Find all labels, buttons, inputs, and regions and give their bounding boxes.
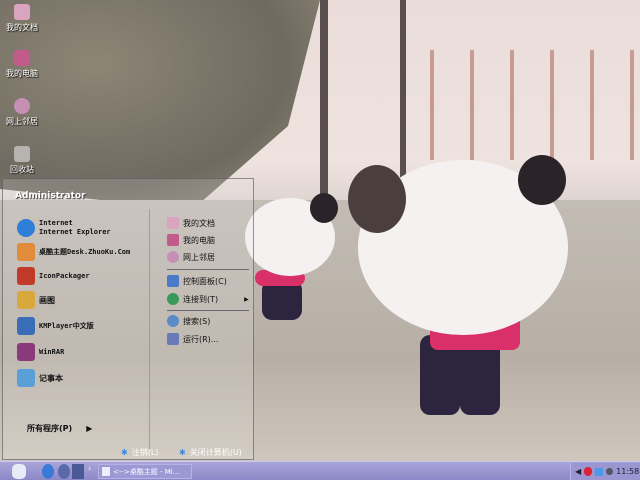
my-documents-icon [167,217,179,229]
chevron-right-icon[interactable]: › [88,464,96,479]
winrar-icon [17,343,35,361]
start-menu: Administrator Internet Internet Explorer … [2,178,254,460]
document-icon [102,467,110,476]
place-my-computer[interactable]: 我的电脑 [167,234,215,246]
divider [167,310,249,311]
chevron-left-icon[interactable]: ◀ [575,467,581,476]
power-icon: ✱ [179,448,186,457]
network-icon [167,251,179,263]
arrow-right-icon: ▶ [86,424,93,433]
desktop-icon-my-documents[interactable]: 我的文档 [2,4,42,33]
wallpaper-post [400,0,406,180]
program-paint[interactable]: 画图 [17,291,55,309]
search-item[interactable]: 搜索(S) [167,315,210,327]
program-iconpackager[interactable]: IconPackager [17,267,90,285]
logoff-button[interactable]: ✱ 注销(L) [121,447,158,458]
search-icon [167,315,179,327]
place-network[interactable]: 网上邻居 [167,251,215,263]
system-tray: ◀ 11:58 [570,463,640,480]
connect-to-item[interactable]: 连接到(T) ▶ [167,293,249,305]
arrow-right-icon: ▶ [244,295,249,303]
connect-icon [167,293,179,305]
network-icon[interactable] [595,467,604,476]
control-panel-item[interactable]: 控制面板(C) [167,275,227,287]
paint-icon [17,291,35,309]
network-icon [14,98,30,114]
divider [149,209,150,449]
taskbar-task-button[interactable]: <-->桌酷主题 - Mi... [98,464,192,479]
qq-icon[interactable] [584,467,593,476]
clock[interactable]: 11:58 [616,467,639,476]
shutdown-button[interactable]: ✱ 关闭计算机(U) [179,447,242,458]
desktop-icon-network[interactable]: 网上邻居 [2,98,42,127]
run-icon [167,333,179,345]
panda-ear [348,165,406,233]
panda-leg [262,280,302,320]
all-programs-button[interactable]: 所有程序(P) ▶ [27,423,92,434]
logoff-icon: ✱ [121,448,128,457]
my-computer-icon [14,50,30,66]
program-internet-explorer[interactable]: Internet Internet Explorer [17,219,111,237]
ie-icon [17,219,35,237]
my-documents-icon [14,4,30,20]
user-name: Administrator [15,191,86,201]
program-kmplayer[interactable]: KMPlayer中文版 [17,317,94,335]
notepad-icon [17,369,35,387]
kmplayer-icon [17,317,35,335]
wallpaper-fence [430,50,640,160]
program-notepad[interactable]: 记事本 [17,369,63,387]
quicklaunch-icon[interactable] [58,464,70,479]
place-my-documents[interactable]: 我的文档 [167,217,215,229]
my-computer-icon [167,234,179,246]
recycle-bin-icon [14,146,30,162]
program-zhuoku-theme[interactable]: 桌酷主题Desk.ZhuoKu.Com [17,243,130,261]
taskbar: › <-->桌酷主题 - Mi... ◀ 11:58 [0,461,640,480]
panda-ear [310,193,338,223]
run-item[interactable]: 运行(R)... [167,333,218,345]
panda-ear [518,155,566,205]
control-panel-icon [167,275,179,287]
start-button[interactable] [12,464,26,479]
desktop-icon-my-computer[interactable]: 我的电脑 [2,50,42,79]
program-winrar[interactable]: WinRAR [17,343,64,361]
wallpaper-post [320,0,328,200]
volume-icon[interactable] [606,468,614,475]
desktop-icon-recycle-bin[interactable]: 回收站 [2,146,42,175]
show-desktop-icon[interactable] [72,464,84,479]
divider [167,269,249,270]
theme-icon [17,243,35,261]
iconpackager-icon [17,267,35,285]
ie-icon[interactable] [42,464,54,479]
